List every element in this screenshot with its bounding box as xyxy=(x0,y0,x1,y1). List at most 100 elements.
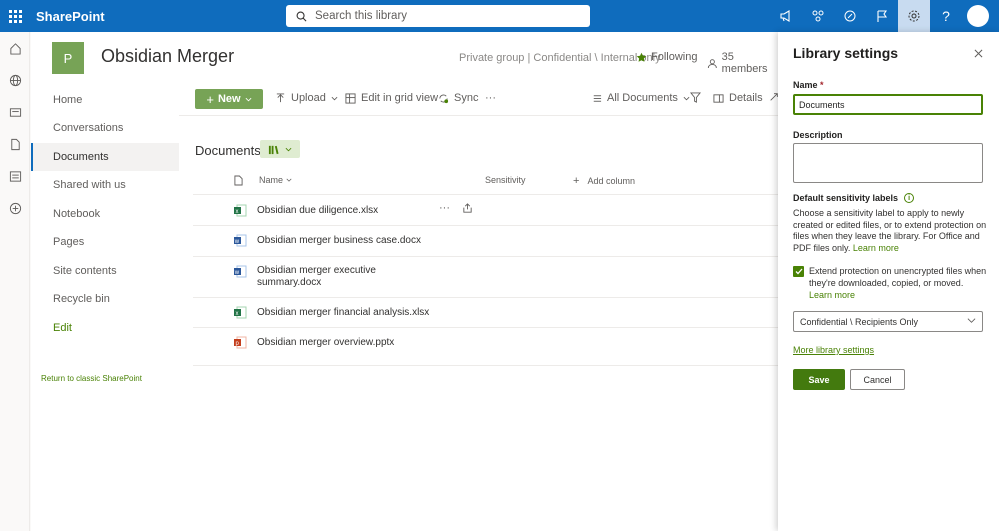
flag-icon[interactable] xyxy=(866,0,898,32)
follow-button[interactable]: Following xyxy=(636,51,697,63)
details-button[interactable]: Details xyxy=(713,92,763,104)
sync-icon xyxy=(439,94,449,103)
share-icon[interactable] xyxy=(462,202,473,214)
sensitivity-description: Choose a sensitivity label to apply to n… xyxy=(793,208,988,254)
nav-item-pages[interactable]: Pages xyxy=(31,228,179,256)
cancel-button[interactable]: Cancel xyxy=(850,369,905,390)
app-launcher-button[interactable] xyxy=(0,0,30,32)
view-selector[interactable]: All Documents xyxy=(591,92,690,104)
file-name[interactable]: Obsidian merger executive summary.docx xyxy=(257,265,397,289)
more-commands-button[interactable]: ··· xyxy=(485,92,496,104)
loop-icon[interactable] xyxy=(834,0,866,32)
site-header: P Obsidian Merger Private group | Confid… xyxy=(31,32,781,84)
file-type-column-header[interactable] xyxy=(234,175,243,186)
filter-button[interactable] xyxy=(690,92,701,103)
upload-button[interactable]: Upload xyxy=(275,92,338,104)
megaphone-icon[interactable] xyxy=(770,0,802,32)
save-button[interactable]: Save xyxy=(793,369,845,390)
table-row[interactable]: x Obsidian due diligence.xlsx ··· xyxy=(193,195,781,226)
list-view-icon xyxy=(593,94,602,102)
library-settings-panel: Library settings Name * Documents Descri… xyxy=(778,32,999,531)
more-options-icon[interactable]: ··· xyxy=(439,202,450,214)
nav-item-notebook[interactable]: Notebook xyxy=(31,200,179,228)
document-icon[interactable] xyxy=(0,128,30,160)
sensitivity-label-text: Default sensitivity labels xyxy=(793,193,899,203)
nav-item-recycle-bin[interactable]: Recycle bin xyxy=(31,285,179,313)
return-to-classic-link[interactable]: Return to classic SharePoint xyxy=(41,374,142,383)
chevron-down-icon xyxy=(285,147,292,151)
sync-label: Sync xyxy=(454,92,479,104)
library-name-input[interactable]: Documents xyxy=(793,94,983,115)
table-row[interactable]: w Obsidian merger executive summary.docx xyxy=(193,257,781,298)
table-row[interactable]: w Obsidian merger business case.docx xyxy=(193,226,781,257)
name-column-header[interactable]: Name xyxy=(259,175,292,185)
add-circle-icon[interactable] xyxy=(0,192,30,224)
search-box[interactable]: Search this library xyxy=(286,5,590,27)
chevron-down-icon xyxy=(245,97,252,101)
description-input[interactable] xyxy=(793,143,983,183)
library-icon xyxy=(268,145,279,154)
file-name[interactable]: Obsidian merger financial analysis.xlsx xyxy=(257,307,457,319)
new-button[interactable]: + New xyxy=(195,89,263,109)
upload-icon xyxy=(276,92,285,102)
brand-name[interactable]: SharePoint xyxy=(36,9,105,24)
star-icon xyxy=(636,52,647,62)
user-avatar[interactable] xyxy=(967,5,989,27)
sensitivity-label-dropdown[interactable]: Confidential \ Recipients Only xyxy=(793,311,983,332)
description-field-label: Description xyxy=(793,130,843,140)
svg-text:x: x xyxy=(236,209,239,215)
file-name[interactable]: Obsidian merger business case.docx xyxy=(257,235,447,247)
members-button[interactable]: 35 members xyxy=(707,51,781,75)
share-nodes-icon[interactable] xyxy=(802,0,834,32)
nav-item-site-contents[interactable]: Site contents xyxy=(31,257,179,285)
nav-item-shared-with-us[interactable]: Shared with us xyxy=(31,171,179,199)
site-classification: Private group | Confidential \ Internal … xyxy=(459,52,661,64)
site-title[interactable]: Obsidian Merger xyxy=(101,46,234,67)
close-icon[interactable] xyxy=(970,45,986,61)
home-icon[interactable] xyxy=(0,32,30,64)
more-library-settings-link[interactable]: More library settings xyxy=(793,345,874,355)
chevron-down-icon xyxy=(331,96,338,100)
news-icon[interactable] xyxy=(0,96,30,128)
table-row[interactable]: p Obsidian merger overview.pptx xyxy=(193,328,781,366)
grid-icon xyxy=(345,92,356,104)
svg-text:w: w xyxy=(234,270,240,276)
svg-text:x: x xyxy=(236,311,239,317)
sensitivity-column-header[interactable]: Sensitivity xyxy=(485,175,526,185)
plus-icon: + xyxy=(573,175,580,187)
word-file-icon: w xyxy=(234,265,247,278)
file-name[interactable]: Obsidian merger overview.pptx xyxy=(257,337,457,349)
sync-button[interactable]: Sync xyxy=(438,92,478,104)
add-column-button[interactable]: + Add column xyxy=(573,175,635,187)
panel-title: Library settings xyxy=(793,45,899,61)
info-icon[interactable]: i xyxy=(904,193,915,203)
site-logo[interactable]: P xyxy=(52,42,84,74)
extend-protection-checkbox[interactable] xyxy=(793,266,804,277)
list-icon[interactable] xyxy=(0,160,30,192)
svg-text:w: w xyxy=(234,239,240,245)
view-switcher-button[interactable] xyxy=(260,140,300,158)
learn-more-link[interactable]: Learn more xyxy=(809,290,855,300)
edit-grid-label: Edit in grid view xyxy=(361,92,439,104)
nav-item-home[interactable]: Home xyxy=(31,86,179,114)
search-icon xyxy=(296,11,307,21)
edit-grid-view-button[interactable]: Edit in grid view xyxy=(345,92,438,104)
nav-item-documents[interactable]: Documents xyxy=(31,143,179,171)
nav-edit-link[interactable]: Edit xyxy=(31,314,179,342)
gear-icon[interactable] xyxy=(898,0,930,32)
nav-item-conversations[interactable]: Conversations xyxy=(31,114,179,142)
add-column-label: Add column xyxy=(587,176,635,186)
help-icon[interactable]: ? xyxy=(930,0,962,32)
file-type-icon xyxy=(234,175,243,186)
name-label-text: Name xyxy=(793,80,818,90)
dropdown-value: Confidential \ Recipients Only xyxy=(800,316,919,327)
chevron-down-icon xyxy=(683,96,690,100)
details-pane-icon xyxy=(713,93,724,103)
learn-more-link[interactable]: Learn more xyxy=(853,243,899,253)
excel-file-icon: x xyxy=(234,204,247,217)
globe-icon[interactable] xyxy=(0,64,30,96)
file-name[interactable]: Obsidian due diligence.xlsx xyxy=(257,205,407,217)
suite-bar: SharePoint Search this library ? xyxy=(0,0,999,32)
powerpoint-file-icon: p xyxy=(234,336,247,349)
table-row[interactable]: x Obsidian merger financial analysis.xls… xyxy=(193,298,781,328)
